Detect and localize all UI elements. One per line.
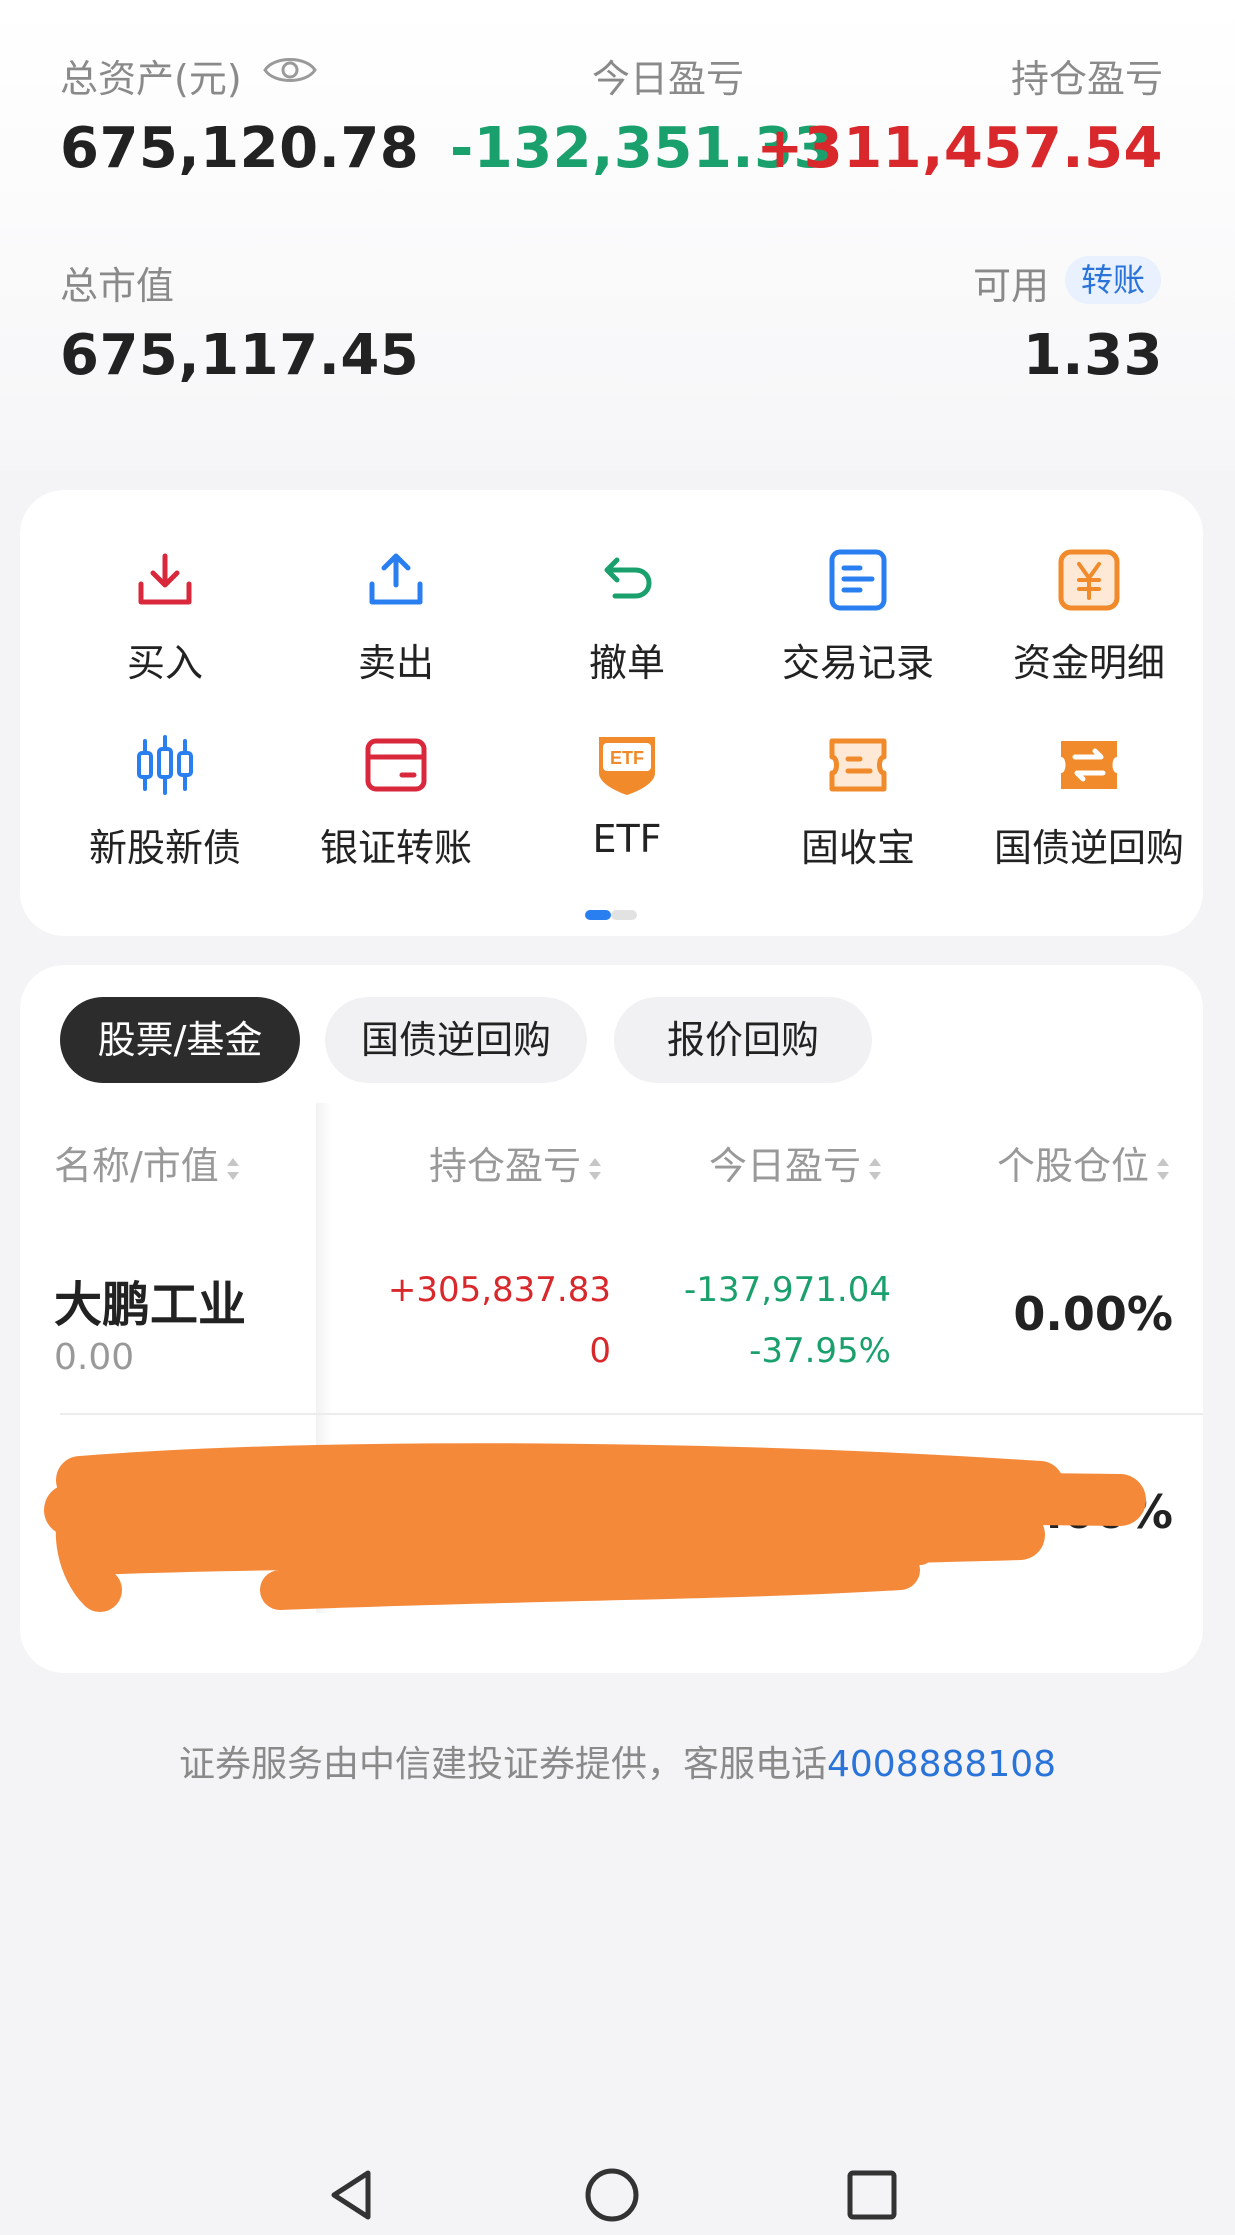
action-label: 卖出 (357, 641, 434, 685)
action-label: 撤单 (588, 641, 665, 685)
bank-transfer-button[interactable]: 银证转账 (281, 733, 511, 903)
stock-market-value: 0.00 (54, 1337, 135, 1378)
action-label: 国债逆回购 (993, 826, 1184, 870)
position-pl: +305,837.83 (387, 1270, 611, 1310)
repo-button[interactable]: 国债逆回购 (974, 733, 1204, 903)
sell-upload-icon (369, 553, 423, 605)
undo-arrow-icon (604, 557, 652, 599)
total-assets-label: 总资产(元) (60, 57, 242, 101)
header-label: 今日盈亏 (708, 1144, 861, 1188)
candlestick-icon (137, 735, 193, 795)
sort-icon (226, 1157, 239, 1180)
action-label: 资金明细 (1012, 641, 1165, 685)
available-label: 可用 (973, 264, 1050, 308)
header-name-value[interactable]: 名称/市值 (54, 1135, 243, 1190)
etf-button[interactable]: ETF ETF (512, 733, 742, 903)
row-divider (60, 1413, 1203, 1415)
transfer-button[interactable]: 转账 (1065, 256, 1162, 304)
fixed-income-button[interactable]: 固收宝 (743, 733, 973, 903)
action-label: 交易记录 (781, 641, 934, 685)
holdings-card: 股票/基金 国债逆回购 报价回购 名称/市值 持仓盈亏 今日盈亏 个股仓位 大鹏… (20, 965, 1203, 1673)
total-assets-value: 675,120.78 (60, 116, 420, 181)
portfolio-page: 总资产(元) 675,120.78 今日盈亏 -132,351.33 持仓盈亏 … (0, 0, 1235, 2235)
action-label: 固收宝 (800, 826, 915, 870)
header-label: 个股仓位 (996, 1144, 1149, 1188)
header-label: 持仓盈亏 (428, 1144, 581, 1188)
footer-disclaimer: 证券服务由中信建投证券提供，客服电话4008888108 (0, 1735, 1235, 1787)
sort-icon (589, 1157, 601, 1180)
today-pl: -137,971.04 (684, 1270, 891, 1310)
etf-shield-icon: ETF (599, 737, 655, 795)
header-label: 名称/市值 (54, 1144, 219, 1188)
position-weight: 0.00% (1013, 1287, 1173, 1341)
buy-button[interactable]: 买入 (50, 548, 280, 718)
recents-icon[interactable] (842, 2165, 902, 2225)
tab-treasury-repo[interactable]: 国债逆回购 (325, 997, 587, 1083)
sell-button[interactable]: 卖出 (281, 548, 511, 718)
header-today-pl[interactable]: 今日盈亏 (709, 1135, 885, 1190)
action-label: 新股新债 (88, 826, 241, 870)
position-pl-label: 持仓盈亏 (1010, 57, 1163, 101)
ticket-icon (829, 738, 887, 792)
card-icon (365, 738, 427, 792)
ipo-button[interactable]: 新股新债 (50, 733, 280, 903)
back-icon[interactable] (322, 2165, 382, 2225)
home-icon[interactable] (582, 2165, 642, 2225)
eye-icon[interactable] (262, 52, 318, 88)
buy-download-icon (138, 553, 192, 605)
trade-records-button[interactable]: 交易记录 (743, 548, 973, 718)
action-label: 银证转账 (319, 826, 472, 870)
cancel-order-button[interactable]: 撤单 (512, 548, 742, 718)
header-weight[interactable]: 个股仓位 (997, 1135, 1173, 1190)
footer-text: 证券服务由中信建投证券提供，客服电话 (178, 1744, 827, 1785)
asset-summary: 总资产(元) 675,120.78 今日盈亏 -132,351.33 持仓盈亏 … (0, 0, 1235, 470)
market-value-label: 总市值 (60, 264, 175, 308)
header-position-pl[interactable]: 持仓盈亏 (429, 1135, 605, 1190)
today-pl-pct: -37.95% (749, 1331, 891, 1371)
svg-text:ETF: ETF (610, 748, 644, 768)
market-value-value: 675,117.45 (60, 323, 420, 388)
fund-details-button[interactable]: 资金明细 (974, 548, 1204, 718)
sort-icon (1157, 1157, 1169, 1180)
document-icon (829, 549, 887, 611)
stock-name: 大鹏工业 (54, 1277, 247, 1333)
sort-icon (869, 1157, 881, 1180)
page-dot (611, 910, 637, 920)
action-label: 买入 (126, 641, 203, 685)
page-dot-active (585, 910, 611, 920)
action-label: ETF (592, 817, 662, 861)
today-pl-label: 今日盈亏 (592, 57, 745, 101)
tab-stocks-funds[interactable]: 股票/基金 (60, 997, 300, 1083)
system-nav-bar (0, 2145, 1235, 2235)
yuan-icon (1058, 549, 1120, 611)
action-grid: 买入 卖出 撤单 交易记录 资金明细 新股新债 银证转账 ETF ETF 固收宝… (20, 490, 1203, 936)
page-indicator (585, 910, 637, 920)
tab-quote-repo[interactable]: 报价回购 (614, 997, 872, 1083)
available-value: 1.33 (1022, 323, 1163, 388)
exchange-icon (1061, 741, 1117, 789)
position-pl-value: +311,457.54 (756, 116, 1163, 181)
redaction-scribble (44, 1443, 1146, 1612)
service-phone-link[interactable]: 4008888108 (827, 1744, 1056, 1785)
position-pl-pct: 0 (589, 1331, 611, 1371)
